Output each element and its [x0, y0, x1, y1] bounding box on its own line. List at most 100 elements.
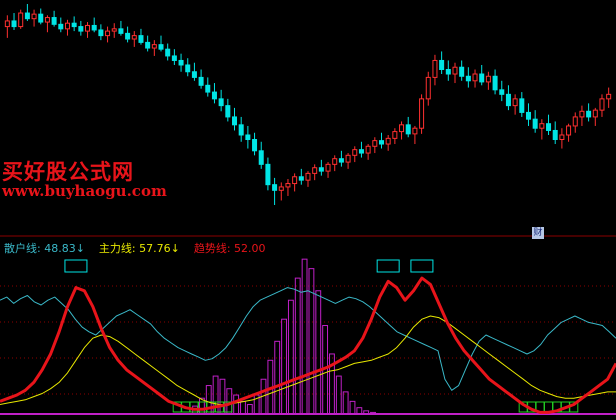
volume-bar — [315, 290, 322, 415]
candle-body — [325, 163, 331, 172]
candle-body — [64, 22, 70, 30]
candle-body — [312, 167, 318, 174]
candle-body — [419, 98, 425, 129]
legend-zhuli-value: 57.76 — [139, 242, 171, 255]
candle-body — [452, 66, 458, 75]
volume-bar — [287, 299, 294, 415]
candle-body — [552, 129, 558, 141]
candle-body — [4, 20, 10, 28]
candle-body — [459, 66, 465, 77]
candle-body — [332, 158, 338, 165]
main-force-line — [0, 315, 616, 405]
volume-bar — [335, 375, 342, 415]
candle-body — [58, 23, 64, 30]
candle-body — [131, 35, 137, 40]
legend-qushi-value: 52.00 — [234, 242, 266, 255]
candle-body — [345, 154, 351, 163]
volume-bar — [246, 404, 253, 415]
candle-body — [378, 140, 384, 145]
candle-body — [225, 105, 231, 118]
candle-body — [566, 125, 572, 136]
stock-chart — [0, 4, 616, 415]
candle-body — [505, 93, 511, 107]
candle-body — [265, 163, 271, 186]
volume-bar — [349, 400, 356, 415]
candle-body — [258, 150, 264, 165]
candle-body — [18, 12, 24, 28]
candle-body — [158, 44, 164, 50]
candle-body — [465, 75, 471, 82]
indicator-legend: 散户线: 48.83↓ 主力线: 57.76↓ 趋势线: 52.00 — [4, 242, 266, 255]
candle-body — [445, 68, 451, 75]
candle-body — [405, 124, 411, 135]
legend-zhuli-label: 主力线 — [98, 242, 132, 255]
candle-body — [78, 26, 84, 32]
candle-body — [31, 13, 37, 20]
peak-box — [410, 259, 434, 273]
candle-body — [439, 59, 445, 70]
volume-bar — [240, 400, 246, 415]
candle-body — [71, 22, 77, 28]
candle-body — [385, 137, 391, 145]
candle-body — [599, 98, 605, 111]
volume-bar — [301, 258, 308, 415]
legend-qushi-label: 趋势线 — [193, 242, 227, 255]
candle-body — [606, 93, 612, 100]
candle-body — [358, 149, 364, 154]
candle-body — [165, 48, 171, 57]
candle-body — [586, 110, 592, 118]
candle-body — [205, 84, 211, 93]
candle-body — [432, 59, 438, 78]
panel-divider — [0, 235, 616, 415]
candle-body — [111, 28, 117, 32]
candle-body — [392, 131, 398, 139]
candle-body — [145, 41, 151, 49]
trend-line — [0, 276, 616, 414]
volume-bar — [274, 340, 281, 415]
candle-body — [238, 124, 244, 136]
candle-body — [218, 98, 224, 107]
candle-body — [51, 17, 57, 25]
watermark-url: www.buyhaogu.com — [2, 182, 167, 200]
candle-body — [252, 139, 258, 152]
candle-body — [559, 134, 565, 141]
candle-body — [38, 13, 44, 23]
volume-bar — [226, 388, 233, 415]
indicator-lines — [0, 276, 616, 414]
candle-body — [191, 71, 197, 78]
candle-body — [532, 118, 538, 129]
legend-sanhu-arrow: ↓ — [75, 242, 85, 255]
candle-body — [499, 89, 505, 95]
legend-sanhu-label: 散户线 — [4, 242, 37, 255]
volume-bar — [233, 394, 240, 415]
candle-body — [485, 75, 491, 83]
candle-body — [305, 172, 311, 181]
candle-body — [151, 44, 157, 49]
finance-badge[interactable]: 财 — [532, 227, 544, 239]
volume-bar — [281, 318, 287, 415]
candle-body — [178, 59, 184, 66]
candle-body — [118, 28, 124, 34]
candle-body — [492, 75, 498, 91]
candle-body — [105, 30, 111, 37]
candle-body — [372, 140, 378, 147]
candle-body — [592, 109, 598, 118]
candle-body — [171, 55, 177, 61]
candle-body — [278, 186, 284, 191]
candle-body — [285, 183, 291, 188]
candle-body — [425, 76, 431, 100]
candle-body — [539, 123, 545, 129]
candle-body — [412, 127, 418, 135]
candle-body — [525, 111, 531, 120]
candle-body — [298, 176, 304, 181]
candle-body — [579, 110, 585, 118]
peak-box — [376, 259, 400, 273]
candle-body — [512, 98, 518, 107]
candle-body — [352, 149, 358, 156]
candle-body — [318, 167, 324, 172]
candle-body — [211, 91, 217, 100]
candle-body — [272, 184, 278, 191]
candle-body — [399, 124, 405, 133]
candle-body — [546, 123, 552, 131]
peak-box — [64, 259, 88, 273]
